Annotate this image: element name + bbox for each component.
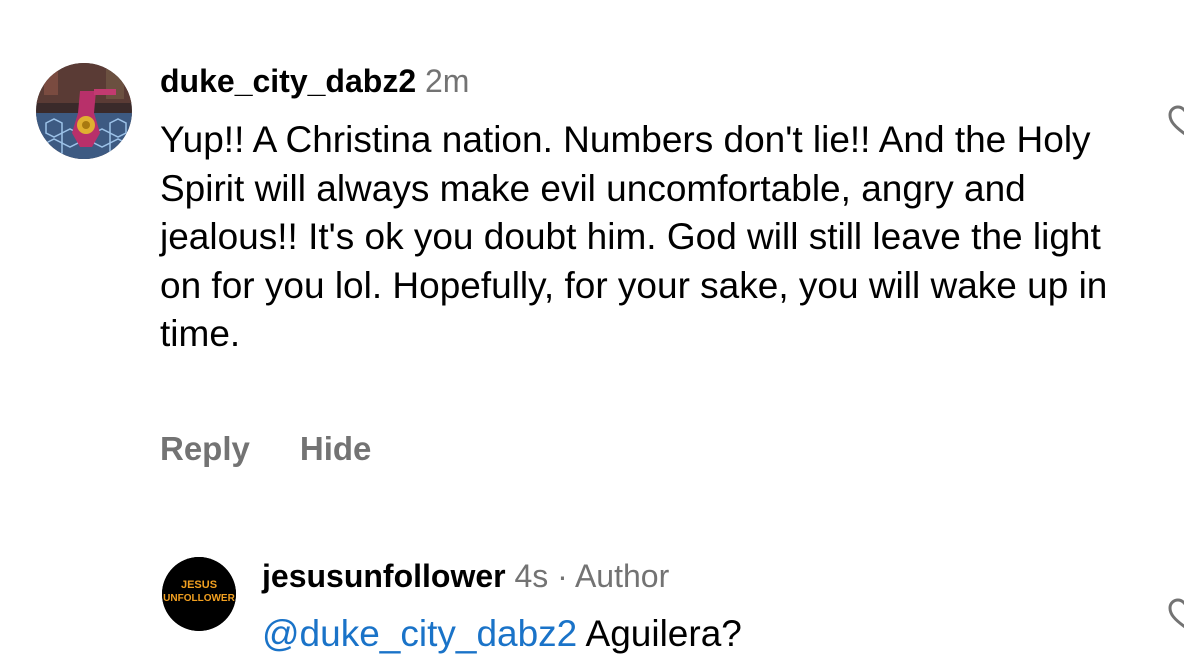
- comments-view: duke_city_dabz2 2m Yup!! A Christina nat…: [0, 0, 1184, 672]
- avatar-image: [36, 63, 132, 159]
- reply-separator: ·: [557, 558, 568, 594]
- reply-username[interactable]: jesusunfollower: [262, 558, 506, 594]
- heart-icon[interactable]: [1168, 597, 1184, 631]
- avatar-text-line2: UNFOLLOWER: [163, 593, 235, 604]
- reply-time: 4s: [514, 558, 549, 594]
- mention-link[interactable]: @duke_city_dabz2: [262, 613, 577, 654]
- avatar-text-line1: JESUS: [181, 579, 217, 591]
- avatar[interactable]: [36, 63, 132, 159]
- reply-message: Aguilera?: [585, 613, 742, 654]
- reply-header: jesusunfollower 4s · Author: [262, 556, 669, 596]
- reply-avatar-logo: JESUS UNFOLLOWER: [162, 557, 236, 631]
- hide-button[interactable]: Hide: [300, 430, 372, 467]
- comment-text: Yup!! A Christina nation. Numbers don't …: [160, 119, 1108, 354]
- comment-time: 2m: [425, 63, 470, 99]
- heart-icon[interactable]: [1168, 104, 1184, 138]
- reply-text: @duke_city_dabz2 Aguilera?: [262, 610, 742, 658]
- comment-header: duke_city_dabz2 2m: [160, 61, 469, 101]
- reply-button[interactable]: Reply: [160, 430, 250, 467]
- comment-username[interactable]: duke_city_dabz2: [160, 63, 416, 99]
- comment-actions: Reply Hide: [160, 427, 371, 471]
- author-badge: Author: [574, 558, 670, 594]
- reply-avatar[interactable]: JESUS UNFOLLOWER: [162, 557, 236, 631]
